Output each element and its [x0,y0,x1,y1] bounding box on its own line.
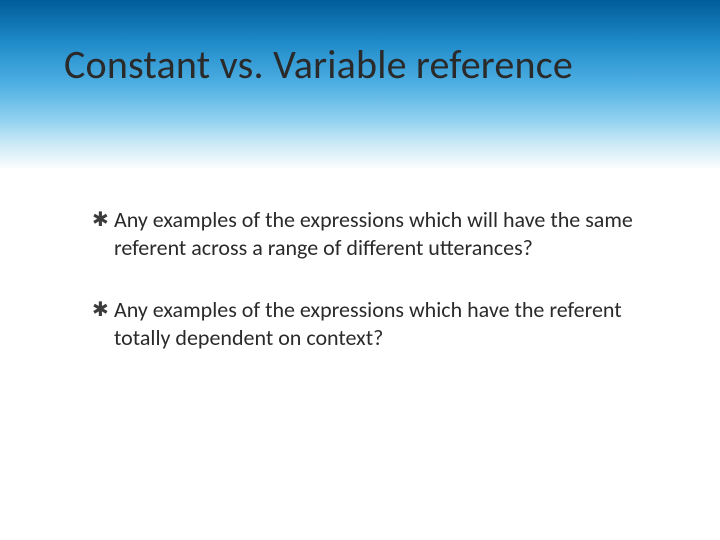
slide-body: ✱ Any examples of the expressions which … [92,206,660,386]
asterisk-icon: ✱ [92,206,114,234]
slide-title: Constant vs. Variable reference [64,40,680,89]
bullet-text: Any examples of the expressions which wi… [114,206,660,262]
list-item: ✱ Any examples of the expressions which … [92,206,660,262]
bullet-text: Any examples of the expressions which ha… [114,296,660,352]
asterisk-icon: ✱ [92,296,114,324]
list-item: ✱ Any examples of the expressions which … [92,296,660,352]
